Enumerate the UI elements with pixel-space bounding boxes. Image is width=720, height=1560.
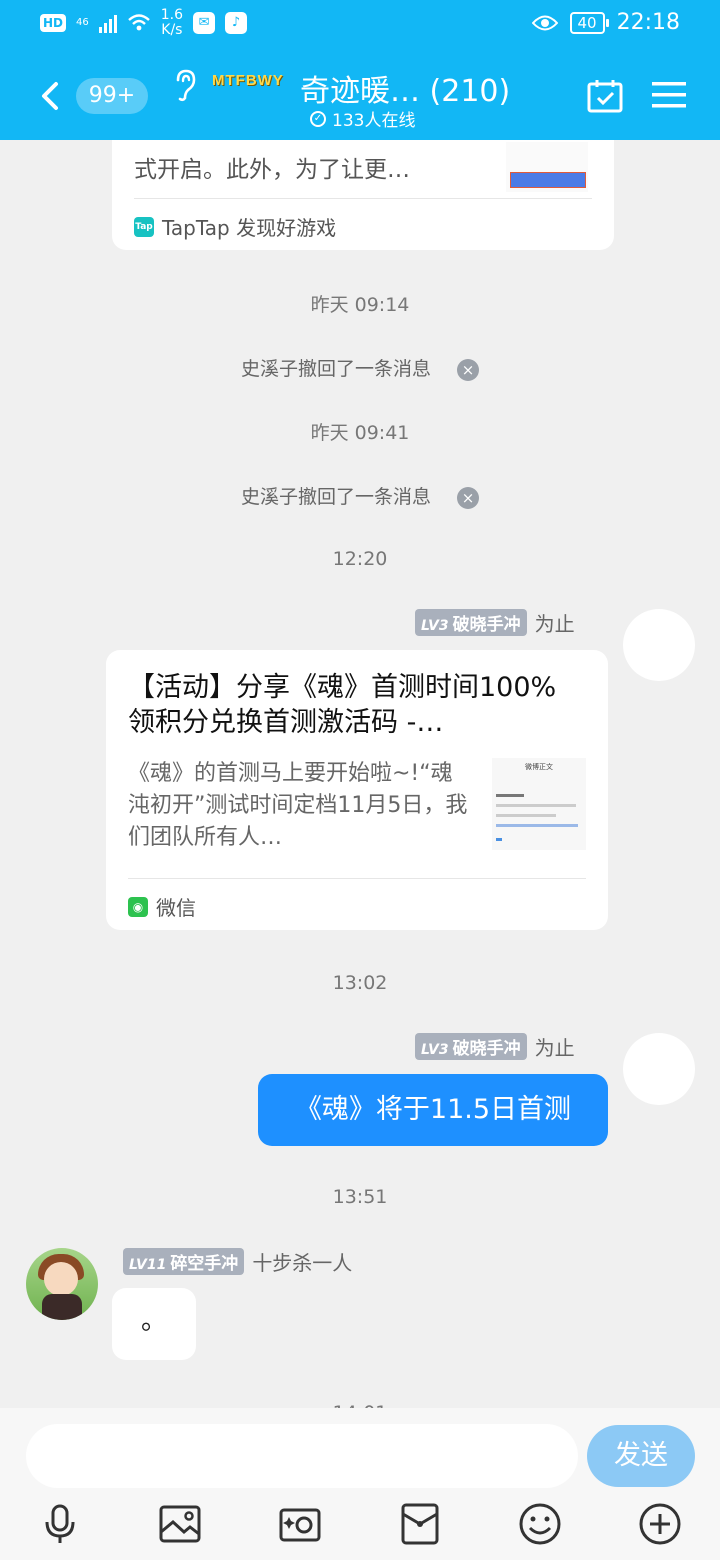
level-badge: LV11 碎空手冲 [123,1248,245,1275]
close-icon[interactable]: × [457,486,479,509]
link-card-source: Tap TapTap 发现好游戏 [134,212,336,241]
title-bar: HD 46 1.6 K/s ✉ ♪ 40 22:18 99+ MTFBWY 奇迹… [0,0,720,140]
recall-notice: 史溪子撤回了一条消息 × [0,354,720,381]
hd-indicator: HD [40,14,67,32]
input-bar: 发送 [0,1408,720,1560]
earpiece-mode-icon[interactable] [172,68,198,102]
battery-icon: 40 [569,11,609,34]
online-status: ✓ 133人在线 [310,106,415,131]
sender-info: LV3 破晓手冲 为止 [415,608,575,637]
check-circle-icon: ✓ [310,110,326,127]
share-source: ◉ 微信 [128,892,196,921]
level-text: LV11 [129,1257,167,1273]
timestamp: 13:51 [332,1186,388,1208]
link-card-wechat[interactable]: 【活动】分享《魂》首测时间100%领积分兑换首测激活码 -… 《魂》的首测马上要… [106,650,608,930]
mail-app-icon: ✉ [193,12,216,34]
emoji-icon[interactable] [518,1502,562,1546]
group-name[interactable]: 奇迹暖… (210) [300,66,510,110]
status-bar: HD 46 1.6 K/s ✉ ♪ 40 22:18 [0,0,720,52]
sender-info: LV3 破晓手冲 为止 [415,1032,575,1061]
group-logo: MTFBWY [212,72,284,89]
plus-icon[interactable] [638,1502,682,1546]
network-type: 46 [76,17,89,28]
unread-badge[interactable]: 99+ [76,78,148,114]
source-label: 微信 [156,896,196,920]
avatar[interactable] [623,609,695,681]
eye-icon [531,15,558,30]
red-packet-icon[interactable] [398,1502,442,1546]
sender-nickname: 破晓手冲 [452,1039,521,1059]
music-app-icon: ♪ [225,12,248,34]
level-badge: LV3 破晓手冲 [415,1033,527,1060]
signal-icon [98,13,117,33]
calendar-check-icon[interactable] [586,78,624,114]
send-button[interactable]: 发送 [587,1425,695,1487]
timestamp: 昨天 09:41 [310,422,410,444]
back-arrow-icon[interactable] [36,76,64,116]
source-label: TapTap 发现好游戏 [162,216,337,240]
online-count: 133人在线 [332,111,416,131]
network-speed: 1.6 K/s [160,7,184,38]
thumbnail-header: 微博正文 [525,763,553,771]
message-bubble[interactable]: 《魂》将于11.5日首测 [258,1074,608,1146]
sender-info: LV11 碎空手冲 十步杀一人 [123,1247,352,1276]
clock: 22:18 [616,10,680,35]
image-icon[interactable] [158,1502,202,1546]
recall-text: 史溪子撤回了一条消息 [240,486,431,508]
sender-title: 为止 [534,1036,575,1060]
avatar[interactable] [26,1248,98,1320]
chat-header: 99+ MTFBWY 奇迹暖… (210) ✓ 133人在线 [0,52,720,140]
taptap-icon: Tap [134,216,154,237]
share-title: 【活动】分享《魂》首测时间100%领积分兑换首测激活码 -… [128,672,557,738]
level-text: LV3 [421,618,449,634]
sender-title: 十步杀一人 [252,1251,353,1275]
wechat-icon: ◉ [128,896,148,917]
message-bubble[interactable]: 。 [112,1288,196,1360]
timestamp: 昨天 09:14 [310,294,410,316]
camera-icon[interactable] [278,1502,322,1546]
level-text: LV3 [421,1042,449,1058]
sender-nickname: 破晓手冲 [452,615,521,635]
share-thumbnail: 微博正文 [492,758,586,850]
avatar[interactable] [623,1033,695,1105]
close-icon[interactable]: × [457,358,479,381]
link-card-thumbnail [506,142,588,192]
link-card-snippet: 式开启。此外，为了让更… [134,157,410,183]
level-badge: LV3 破晓手冲 [415,609,527,636]
recall-notice: 史溪子撤回了一条消息 × [0,482,720,509]
sender-title: 为止 [534,612,575,636]
microphone-icon[interactable] [38,1502,82,1546]
timestamp: 12:20 [332,548,388,570]
menu-icon[interactable] [652,80,686,110]
sender-nickname: 碎空手冲 [170,1254,239,1274]
recall-text: 史溪子撤回了一条消息 [240,358,431,380]
share-description: 《魂》的首测马上要开始啦~!“魂沌初开”测试时间定档11月5日，我们团队所有人… [128,761,468,850]
timestamp: 13:02 [332,972,388,994]
wifi-icon [127,14,150,31]
message-input[interactable] [26,1424,578,1488]
